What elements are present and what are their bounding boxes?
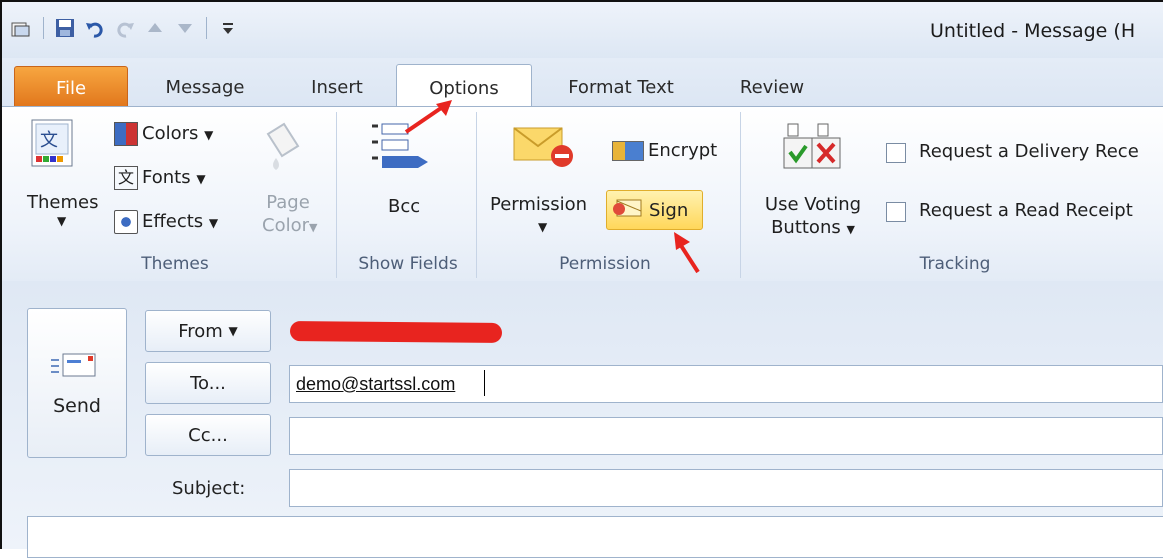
send-icon xyxy=(49,350,105,387)
chevron-down-icon: ▼ xyxy=(309,221,318,234)
permission-icon xyxy=(512,124,576,177)
voting-icon xyxy=(782,122,844,177)
send-button[interactable]: Send xyxy=(27,308,127,458)
title-bar: Untitled - Message (H xyxy=(2,2,1163,58)
chevron-down-icon: ▼ xyxy=(57,214,67,228)
lock-icon xyxy=(612,141,644,161)
toolbar-divider xyxy=(206,17,207,39)
read-receipt-label: Request a Read Receipt xyxy=(919,200,1133,221)
outlook-icon[interactable] xyxy=(10,16,34,40)
fonts-label: Fonts xyxy=(142,167,191,188)
tab-insert[interactable]: Insert xyxy=(292,66,382,108)
chevron-down-icon: ▼ xyxy=(538,220,548,234)
undo-icon[interactable] xyxy=(83,16,107,40)
sign-label: Sign xyxy=(649,199,689,221)
group-label-show-fields: Show Fields xyxy=(358,254,458,274)
read-receipt-checkbox[interactable] xyxy=(886,202,906,222)
cc-button[interactable]: Cc... xyxy=(145,414,271,456)
group-label-tracking: Tracking xyxy=(919,254,991,274)
redaction-mark xyxy=(289,321,503,343)
colors-icon xyxy=(114,122,138,146)
group-divider xyxy=(476,112,477,278)
voting-label-1: Use Voting xyxy=(764,194,862,215)
themes-icon: 文 xyxy=(31,119,73,167)
sign-button[interactable]: Sign xyxy=(606,190,703,230)
subject-field[interactable] xyxy=(289,469,1163,507)
themes-label: Themes xyxy=(27,192,99,213)
subject-label: Subject: xyxy=(172,478,246,499)
colors-label: Colors xyxy=(142,123,199,144)
redo-icon[interactable] xyxy=(113,16,137,40)
bcc-button[interactable]: Bcc xyxy=(388,196,420,217)
page-color-label-1: Page xyxy=(266,192,310,213)
voting-label-2: Buttons xyxy=(771,217,841,238)
quick-access-toolbar xyxy=(10,16,240,40)
to-field[interactable]: demo@startssl.com xyxy=(289,365,1163,403)
to-field-value: demo@startssl.com xyxy=(296,374,456,394)
encrypt-label: Encrypt xyxy=(648,140,718,161)
effects-icon xyxy=(114,210,138,234)
permission-button[interactable]: Permission xyxy=(490,194,587,215)
chevron-down-icon: ▼ xyxy=(196,172,206,186)
message-body[interactable] xyxy=(27,516,1163,558)
colors-button[interactable]: Colors ▼ xyxy=(114,122,213,146)
svg-text:文: 文 xyxy=(40,130,58,151)
delivery-receipt-label: Request a Delivery Rece xyxy=(919,141,1139,162)
group-label-themes: Themes xyxy=(141,254,209,274)
chevron-down-icon: ▼ xyxy=(204,128,214,142)
toolbar-divider xyxy=(43,17,44,39)
from-button[interactable]: From ▼ xyxy=(145,310,271,352)
effects-button[interactable]: Effects ▼ xyxy=(114,210,218,234)
from-label: From xyxy=(178,320,223,342)
up-icon[interactable] xyxy=(143,16,167,40)
page-color-icon xyxy=(262,120,304,179)
bcc-icon xyxy=(368,120,438,185)
save-icon[interactable] xyxy=(53,16,77,40)
voting-button[interactable]: Use Voting Buttons ▼ xyxy=(756,194,870,238)
down-icon[interactable] xyxy=(173,16,197,40)
chevron-down-icon: ▼ xyxy=(846,223,855,236)
customize-icon[interactable] xyxy=(216,16,240,40)
themes-button[interactable]: 文 xyxy=(22,118,82,187)
chevron-down-icon: ▼ xyxy=(208,216,219,230)
cc-field[interactable] xyxy=(289,417,1163,455)
tab-message[interactable]: Message xyxy=(150,66,260,108)
delivery-receipt-checkbox[interactable] xyxy=(886,143,906,163)
text-caret xyxy=(484,370,485,396)
chevron-down-icon: ▼ xyxy=(228,324,238,338)
tab-file[interactable]: File xyxy=(14,66,128,110)
tab-options[interactable]: Options xyxy=(396,64,532,111)
send-label: Send xyxy=(53,394,101,417)
group-divider xyxy=(336,112,337,278)
page-color-button[interactable]: Page Color▼ xyxy=(262,192,318,236)
group-label-permission: Permission xyxy=(559,254,651,274)
tab-format-text[interactable]: Format Text xyxy=(546,66,696,108)
tab-review[interactable]: Review xyxy=(722,66,822,108)
group-divider xyxy=(740,112,741,278)
window-title: Untitled - Message (H xyxy=(930,20,1136,42)
effects-label: Effects xyxy=(142,211,204,232)
certificate-icon xyxy=(611,197,643,224)
fonts-icon: 文 xyxy=(114,166,138,190)
fonts-button[interactable]: 文 Fonts ▼ xyxy=(114,166,206,190)
encrypt-button[interactable]: Encrypt xyxy=(612,140,717,161)
ribbon-tab-row: File Message Insert Options Format Text … xyxy=(2,58,1163,111)
page-color-label-2: Color xyxy=(262,215,309,236)
to-button[interactable]: To... xyxy=(145,362,271,404)
